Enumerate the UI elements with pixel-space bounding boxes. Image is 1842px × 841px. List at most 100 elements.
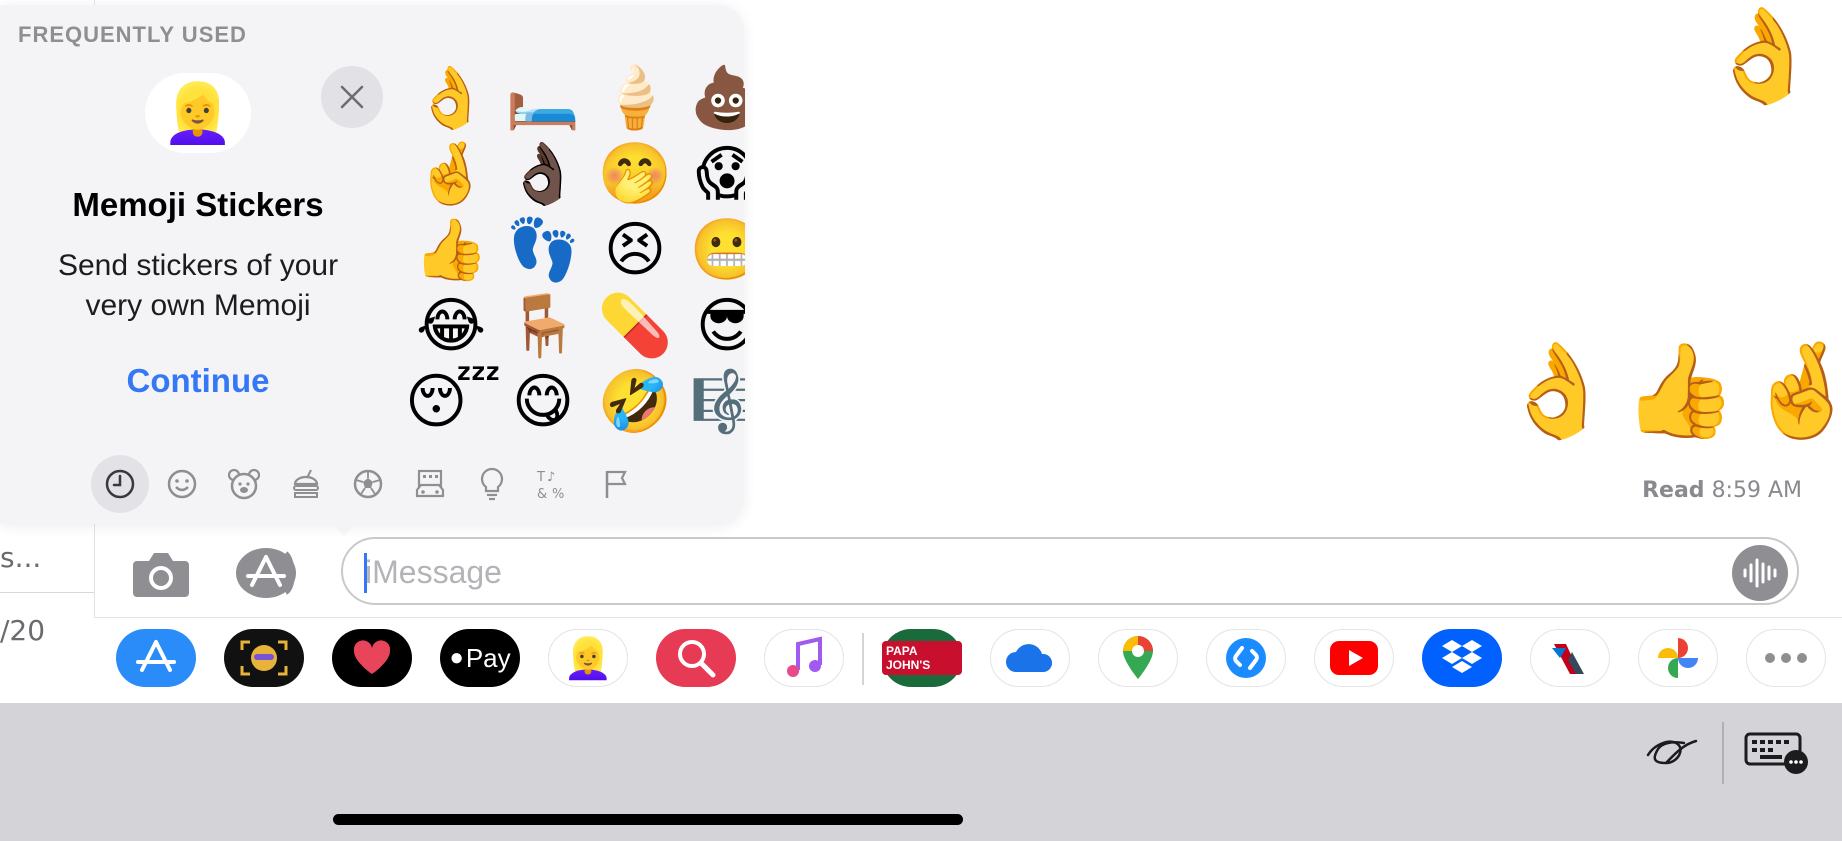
category-objects[interactable] xyxy=(463,455,521,513)
memoji-face-icon: 👱‍♀️ xyxy=(161,78,235,147)
close-memoji-promo-button[interactable] xyxy=(321,66,383,128)
waveform-icon xyxy=(1743,558,1777,588)
app-store-apps-button[interactable] xyxy=(234,545,308,601)
sent-emoji: 🤞 xyxy=(1745,337,1842,444)
soccer-ball-icon xyxy=(353,469,383,499)
drawer-separator xyxy=(862,633,864,685)
shazam-app[interactable] xyxy=(1206,629,1286,687)
conversation-snippet[interactable]: s... xyxy=(0,541,41,574)
shazam-icon xyxy=(1226,638,1266,678)
burger-drink-icon xyxy=(293,469,319,498)
read-label: Read xyxy=(1642,478,1705,503)
sent-emoji: 👌 xyxy=(1500,337,1615,444)
category-food[interactable] xyxy=(277,455,335,513)
emoji-key[interactable]: 👣 xyxy=(497,212,589,288)
smiley-icon xyxy=(167,469,197,499)
read-time: 8:59 AM xyxy=(1711,478,1802,503)
emoji-key[interactable]: 😋 xyxy=(497,364,589,440)
keyboard-icon xyxy=(1744,732,1808,774)
handwriting-button[interactable] xyxy=(1640,726,1704,780)
american-airlines-app[interactable] xyxy=(1530,629,1610,687)
emoji-key[interactable]: 😴 xyxy=(405,364,501,440)
svg-text:%: % xyxy=(552,487,564,501)
emoji-key[interactable]: 😎 xyxy=(681,288,745,364)
sent-emoji-message-group[interactable]: 👌 👍 🤞 xyxy=(1500,345,1842,437)
category-flags[interactable] xyxy=(587,455,645,513)
keyboard-toggle-button[interactable] xyxy=(1742,726,1812,780)
map-pin-icon xyxy=(1123,636,1153,679)
lightbulb-icon xyxy=(480,467,504,501)
category-travel[interactable] xyxy=(401,455,459,513)
pinwheel-icon xyxy=(1658,638,1698,678)
emoji-key[interactable]: 😬 xyxy=(681,212,745,288)
message-input[interactable] xyxy=(363,547,1687,597)
divider xyxy=(0,592,94,593)
emoji-key[interactable]: 😂 xyxy=(405,288,497,364)
memoji-camera-app[interactable] xyxy=(224,629,304,687)
app-store-icon xyxy=(236,548,296,598)
emoji-key[interactable]: 😱 xyxy=(681,136,745,212)
read-receipt: Read 8:59 AM xyxy=(1642,478,1802,503)
apple-logo-icon: ● xyxy=(449,644,464,671)
svg-text:♪: ♪ xyxy=(547,470,555,485)
conversation-date: /20 xyxy=(0,614,46,647)
onedrive-app[interactable] xyxy=(990,629,1070,687)
imessage-field[interactable] xyxy=(341,537,1799,605)
emoji-key[interactable]: 👌🏿 xyxy=(497,136,589,212)
emoji-key[interactable]: 🤣 xyxy=(589,364,681,440)
emoji-key[interactable]: 💩 xyxy=(681,60,745,136)
memoji-promo-description: Send stickers of your very own Memoji xyxy=(57,249,339,322)
camera-button[interactable] xyxy=(127,545,195,603)
papa-johns-app[interactable]: PAPA JOHN'S xyxy=(882,629,962,687)
more-apps-button[interactable] xyxy=(1746,629,1826,687)
svg-text:&: & xyxy=(537,487,547,501)
category-animals[interactable] xyxy=(215,455,273,513)
dropbox-icon xyxy=(1442,640,1482,673)
popover-arrow xyxy=(326,518,362,536)
youtube-app[interactable] xyxy=(1314,629,1394,687)
apple-pay-label: Pay xyxy=(465,642,511,673)
emoji-key[interactable]: 👌 xyxy=(405,60,497,136)
music-app[interactable] xyxy=(764,629,844,687)
emoji-key[interactable]: 🛏️ xyxy=(497,60,589,136)
close-icon xyxy=(340,85,364,109)
emoji-key[interactable]: 🤞 xyxy=(405,136,497,212)
bear-icon xyxy=(227,468,261,500)
digital-touch-app[interactable] xyxy=(332,629,412,687)
emoji-key[interactable]: 💊 xyxy=(589,288,681,364)
papa-johns-logo: PAPA JOHN'S xyxy=(882,641,962,675)
american-airlines-icon xyxy=(1552,644,1584,674)
memoji-stickers-app[interactable]: 👱‍♀️ xyxy=(548,629,628,687)
image-search-icon xyxy=(678,640,716,678)
emoji-key[interactable]: 👍 xyxy=(405,212,497,288)
app-store-icon xyxy=(136,640,176,672)
google-maps-app[interactable] xyxy=(1098,629,1178,687)
app-store-app[interactable] xyxy=(116,629,196,687)
ellipsis-icon xyxy=(1765,653,1807,663)
symbols-icon: T ♪&% xyxy=(536,470,564,501)
google-photos-app[interactable] xyxy=(1638,629,1718,687)
emoji-key[interactable]: 🪑 xyxy=(497,288,589,364)
text-caret xyxy=(364,553,367,593)
emoji-key[interactable]: 😣 xyxy=(589,212,681,288)
memoji-avatar: 👱‍♀️ xyxy=(145,73,251,153)
dropbox-app[interactable] xyxy=(1422,629,1502,687)
apple-pay-app[interactable]: ● Pay xyxy=(440,629,520,687)
memoji-camera-icon xyxy=(240,640,288,676)
emoji-key[interactable]: 🍦 xyxy=(589,60,681,136)
sent-emoji-message[interactable]: 👌 xyxy=(1706,10,1821,102)
emoji-key[interactable]: 🎼 xyxy=(681,364,745,440)
emoji-key[interactable]: 🤭 xyxy=(589,136,681,212)
dictation-button[interactable] xyxy=(1732,545,1788,601)
memoji-promo-title: Memoji Stickers xyxy=(72,186,324,223)
building-car-icon xyxy=(415,469,445,498)
continue-button[interactable]: Continue xyxy=(0,362,396,400)
memoji-stickers-icon: 👱‍♀️ xyxy=(563,635,613,682)
category-activity[interactable] xyxy=(339,455,397,513)
category-symbols[interactable]: T ♪ &% xyxy=(525,455,583,513)
svg-text:T: T xyxy=(536,470,545,485)
category-smileys[interactable] xyxy=(153,455,211,513)
image-search-app[interactable] xyxy=(656,629,736,687)
category-frequently-used[interactable] xyxy=(91,455,149,513)
music-note-icon xyxy=(787,636,822,677)
